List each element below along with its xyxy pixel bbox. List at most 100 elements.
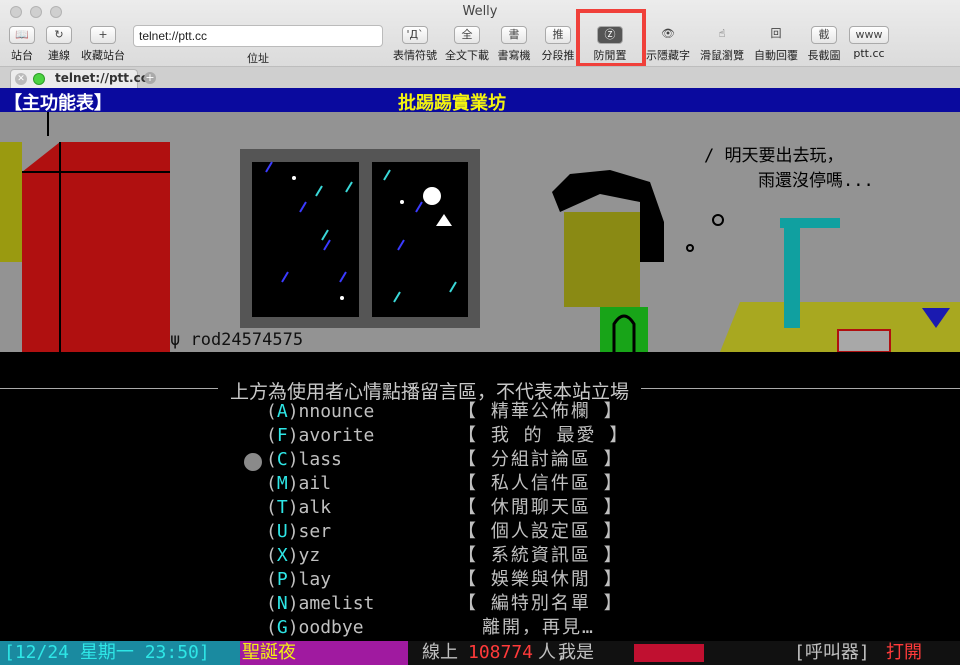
paren: ( bbox=[266, 401, 277, 422]
toolbar-push-button[interactable]: 推 分段推 bbox=[538, 26, 578, 63]
window-pane-left bbox=[252, 162, 359, 317]
menu-item-namelist[interactable]: (N)amelist bbox=[266, 592, 374, 616]
menu-desc: 【 編特別名單 】 bbox=[458, 593, 624, 614]
bubble-line-2: 雨還沒停嗎... bbox=[758, 171, 874, 191]
menu-item-favorite[interactable]: (F)avorite bbox=[266, 424, 374, 448]
character-face bbox=[564, 212, 640, 307]
paren: ( bbox=[266, 593, 277, 614]
push-icon: 推 bbox=[545, 26, 571, 44]
tab-label: telnet://ptt.cc bbox=[55, 71, 148, 85]
toolbar-writer-button[interactable]: 書 書寫機 bbox=[494, 26, 534, 63]
paren: ) bbox=[287, 569, 299, 590]
menu-key: G bbox=[276, 617, 288, 638]
toolbar-mouse-browse-button[interactable]: ☝ 滑鼠瀏覽 bbox=[698, 26, 746, 63]
menu-item-mail[interactable]: (M)ail bbox=[266, 472, 331, 496]
toolbar-download-label: 全文下載 bbox=[445, 49, 489, 62]
pager-label: [呼叫器] bbox=[794, 642, 870, 663]
online-label: 線上 bbox=[422, 642, 458, 663]
anti-idle-highlight bbox=[576, 9, 646, 67]
menu-item-announce[interactable]: (A)nnounce bbox=[266, 400, 374, 424]
paren: ) bbox=[287, 449, 299, 470]
menu-item-play[interactable]: (P)lay bbox=[266, 568, 331, 592]
menu-item-user[interactable]: (U)ser bbox=[266, 520, 331, 544]
www-icon: www bbox=[849, 26, 889, 44]
paren: ) bbox=[287, 473, 299, 494]
menu-item-xyz[interactable]: (X)yz bbox=[266, 544, 320, 568]
paren: ( bbox=[266, 545, 277, 566]
menu-key: A bbox=[276, 401, 288, 422]
menu-key: T bbox=[276, 497, 288, 518]
address-field[interactable] bbox=[133, 25, 383, 47]
download-icon: 全 bbox=[454, 26, 480, 44]
paren: ( bbox=[266, 473, 277, 494]
menu-key: M bbox=[276, 473, 288, 494]
toolbar-hidden-text-label: 示隱藏字 bbox=[646, 49, 690, 62]
writer-icon: 書 bbox=[501, 26, 527, 44]
menu-desc: 【 分組討論區 】 bbox=[458, 449, 624, 470]
menu-desc: 【 私人信件區 】 bbox=[458, 473, 624, 494]
paren: ) bbox=[287, 545, 299, 566]
menu-item-text: alk bbox=[298, 497, 332, 518]
menu-item-text: oodbye bbox=[298, 617, 364, 638]
status-holiday: 聖誕夜 bbox=[240, 641, 408, 665]
menu-key: X bbox=[276, 545, 288, 566]
red-building bbox=[22, 142, 170, 352]
menu-item-talk[interactable]: (T)alk bbox=[266, 496, 331, 520]
toolbar-screenshot-label: 長截圖 bbox=[807, 49, 841, 62]
book-shape bbox=[837, 329, 891, 353]
toolbar-connect-label: 連線 bbox=[48, 49, 70, 62]
toolbar-emoticon-button[interactable]: 'Д` 表情符號 bbox=[392, 26, 438, 63]
toolbar-site-button[interactable]: www ptt.cc bbox=[846, 26, 892, 60]
close-tab-icon[interactable]: ✕ bbox=[15, 73, 27, 85]
signature-text: ψ rod24574575 bbox=[170, 330, 304, 350]
paren: ) bbox=[287, 425, 299, 446]
toolbar-bookmark-button[interactable]: + 收藏站台 bbox=[78, 26, 128, 63]
new-tab-button[interactable]: + bbox=[144, 72, 156, 84]
menu-key: P bbox=[276, 569, 288, 590]
status-online: 線上 108774 人, 我是 [呼叫器] 打開 bbox=[408, 641, 960, 665]
menu-desc: 離開，再見… bbox=[482, 617, 595, 638]
paren: ) bbox=[287, 521, 299, 542]
menu-desc: 【 精華公佈欄 】 bbox=[458, 401, 624, 422]
menu-item-text: nnounce bbox=[298, 401, 375, 422]
toolbar-download-button[interactable]: 全 全文下載 bbox=[443, 26, 491, 63]
menu-key: U bbox=[276, 521, 288, 542]
toolbar-screenshot-button[interactable]: 截 長截圖 bbox=[804, 26, 844, 63]
menu-item-class[interactable]: (C)lass bbox=[266, 448, 342, 472]
menu-key: F bbox=[276, 425, 288, 446]
paren: ) bbox=[287, 497, 299, 518]
window-title: Welly bbox=[462, 4, 498, 19]
paren: ( bbox=[266, 521, 277, 542]
toolbar-sites-button[interactable]: 📖 站台 bbox=[4, 26, 40, 63]
add-icon: + bbox=[90, 26, 116, 44]
menu-key: C bbox=[276, 449, 288, 470]
paren: ( bbox=[266, 617, 277, 638]
paren: ( bbox=[266, 449, 277, 470]
toolbar-writer-label: 書寫機 bbox=[497, 49, 531, 62]
toolbar-mouse-browse-label: 滑鼠瀏覽 bbox=[700, 49, 744, 62]
menu-desc: 【 我 的 最愛 】 bbox=[458, 425, 630, 446]
address-label: 位址 bbox=[247, 52, 269, 65]
redacted-username bbox=[634, 644, 704, 662]
toolbar-auto-reply-button[interactable]: 回 自動回覆 bbox=[752, 26, 800, 63]
cursor-indicator bbox=[244, 453, 262, 471]
terminal-screen[interactable]: 【主功能表】 批踢踢實業坊 / 明天要出去玩， 雨還沒停嗎... ψ rod24… bbox=[0, 88, 960, 665]
menu-desc: 【 休閒聊天區 】 bbox=[458, 497, 624, 518]
paren: ) bbox=[287, 593, 299, 614]
menu-item-text: ser bbox=[298, 521, 332, 542]
ascii-art-scene: / 明天要出去玩， 雨還沒停嗎... ψ rod24574575 bbox=[0, 112, 960, 353]
lamp-pole bbox=[784, 218, 800, 328]
status-bar: [12/24 星期一 23:50] 聖誕夜 線上 108774 人, 我是 [呼… bbox=[0, 641, 960, 665]
eye-icon: 👁 bbox=[661, 27, 675, 40]
toolbar-auto-reply-label: 自動回覆 bbox=[754, 49, 798, 62]
paren: ( bbox=[266, 497, 277, 518]
toolbar-connect-button[interactable]: ↻ 連線 bbox=[42, 26, 76, 63]
status-date: [12/24 星期一 23:50] bbox=[0, 641, 240, 665]
menu-item-text: ail bbox=[298, 473, 332, 494]
toolbar-hidden-text-button[interactable]: 👁 示隱藏字 bbox=[644, 26, 692, 63]
tab-bar: ✕ telnet://ptt.cc + bbox=[0, 66, 960, 88]
menu-item-text: avorite bbox=[298, 425, 375, 446]
tab-telnet[interactable]: ✕ telnet://ptt.cc bbox=[10, 69, 148, 88]
menu-item-goodbye[interactable]: (G)oodbye bbox=[266, 616, 364, 640]
toolbar-sites-label: 站台 bbox=[11, 49, 33, 62]
